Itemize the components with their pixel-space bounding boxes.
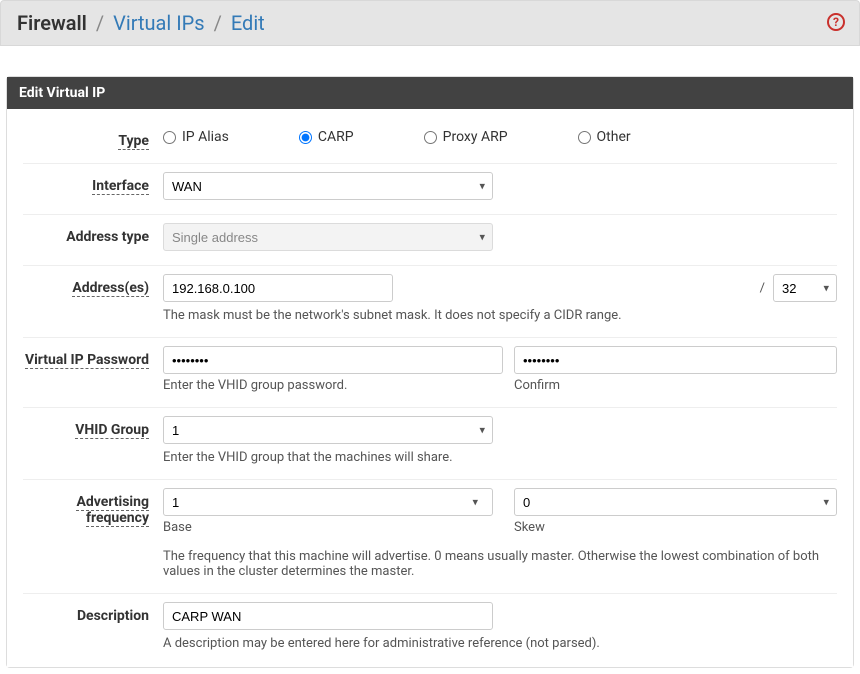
radio-carp-input[interactable] — [299, 131, 312, 144]
help-password-confirm: Confirm — [514, 378, 837, 393]
breadcrumb-link-virtual-ips[interactable]: Virtual IPs — [113, 11, 205, 35]
address-input[interactable] — [163, 274, 393, 302]
radio-proxy-arp[interactable]: Proxy ARP — [424, 129, 508, 145]
radio-other-input[interactable] — [578, 131, 591, 144]
row-addresses: Address(es) / 32 The mask must be the ne… — [23, 266, 837, 338]
vhid-group-select[interactable]: 1 — [163, 416, 493, 444]
breadcrumb-link-edit[interactable]: Edit — [231, 11, 265, 35]
row-interface: Interface WAN — [23, 164, 837, 215]
label-advertising-frequency: Advertisingfrequency — [23, 488, 163, 526]
label-address-type: Address type — [23, 223, 163, 245]
radio-other[interactable]: Other — [578, 129, 631, 145]
row-type: Type IP Alias CARP Proxy ARP — [23, 119, 837, 164]
edit-virtual-ip-panel: Edit Virtual IP Type IP Alias CARP — [6, 76, 854, 668]
radio-ip-alias-input[interactable] — [163, 131, 176, 144]
breadcrumb-sep: / — [210, 11, 226, 35]
row-advertising-frequency: Advertisingfrequency 1 Base 0 Skew The f… — [23, 480, 837, 594]
row-vip-password: Virtual IP Password Enter the VHID group… — [23, 338, 837, 408]
interface-select[interactable]: WAN — [163, 172, 493, 200]
help-icon[interactable]: ? — [827, 13, 845, 31]
help-vhid: Enter the VHID group that the machines w… — [163, 450, 837, 465]
help-adv-full: The frequency that this machine will adv… — [163, 549, 837, 579]
slash-label: / — [760, 281, 765, 296]
password-confirm-input[interactable] — [514, 346, 837, 374]
label-description: Description — [23, 602, 163, 624]
label-vip-password: Virtual IP Password — [23, 346, 163, 368]
radio-proxy-arp-input[interactable] — [424, 131, 437, 144]
subnet-mask-select[interactable]: 32 — [773, 274, 837, 302]
address-type-select: Single address — [163, 223, 493, 251]
help-password: Enter the VHID group password. — [163, 378, 486, 393]
label-addresses: Address(es) — [23, 274, 163, 296]
row-description: Description A description may be entered… — [23, 594, 837, 665]
description-input[interactable] — [163, 602, 493, 630]
label-type: Type — [23, 127, 163, 149]
help-adv-skew: Skew — [514, 520, 837, 535]
label-vhid-group: VHID Group — [23, 416, 163, 438]
row-vhid-group: VHID Group 1 Enter the VHID group that t… — [23, 408, 837, 480]
radio-ip-alias[interactable]: IP Alias — [163, 129, 229, 145]
adv-skew-select[interactable]: 0 — [514, 488, 837, 516]
panel-title: Edit Virtual IP — [7, 77, 853, 109]
help-address: The mask must be the network's subnet ma… — [163, 308, 837, 323]
breadcrumb-root: Firewall — [17, 11, 87, 35]
row-address-type: Address type Single address — [23, 215, 837, 266]
help-description: A description may be entered here for ad… — [163, 636, 837, 651]
breadcrumb: Firewall / Virtual IPs / Edit — [17, 11, 265, 35]
password-input[interactable] — [163, 346, 503, 374]
help-adv-base: Base — [163, 520, 486, 535]
radio-carp[interactable]: CARP — [299, 129, 354, 145]
breadcrumb-sep: / — [92, 11, 108, 35]
label-interface: Interface — [23, 172, 163, 194]
adv-base-select[interactable]: 1 — [163, 488, 493, 516]
page-header: Firewall / Virtual IPs / Edit ? — [0, 0, 860, 46]
